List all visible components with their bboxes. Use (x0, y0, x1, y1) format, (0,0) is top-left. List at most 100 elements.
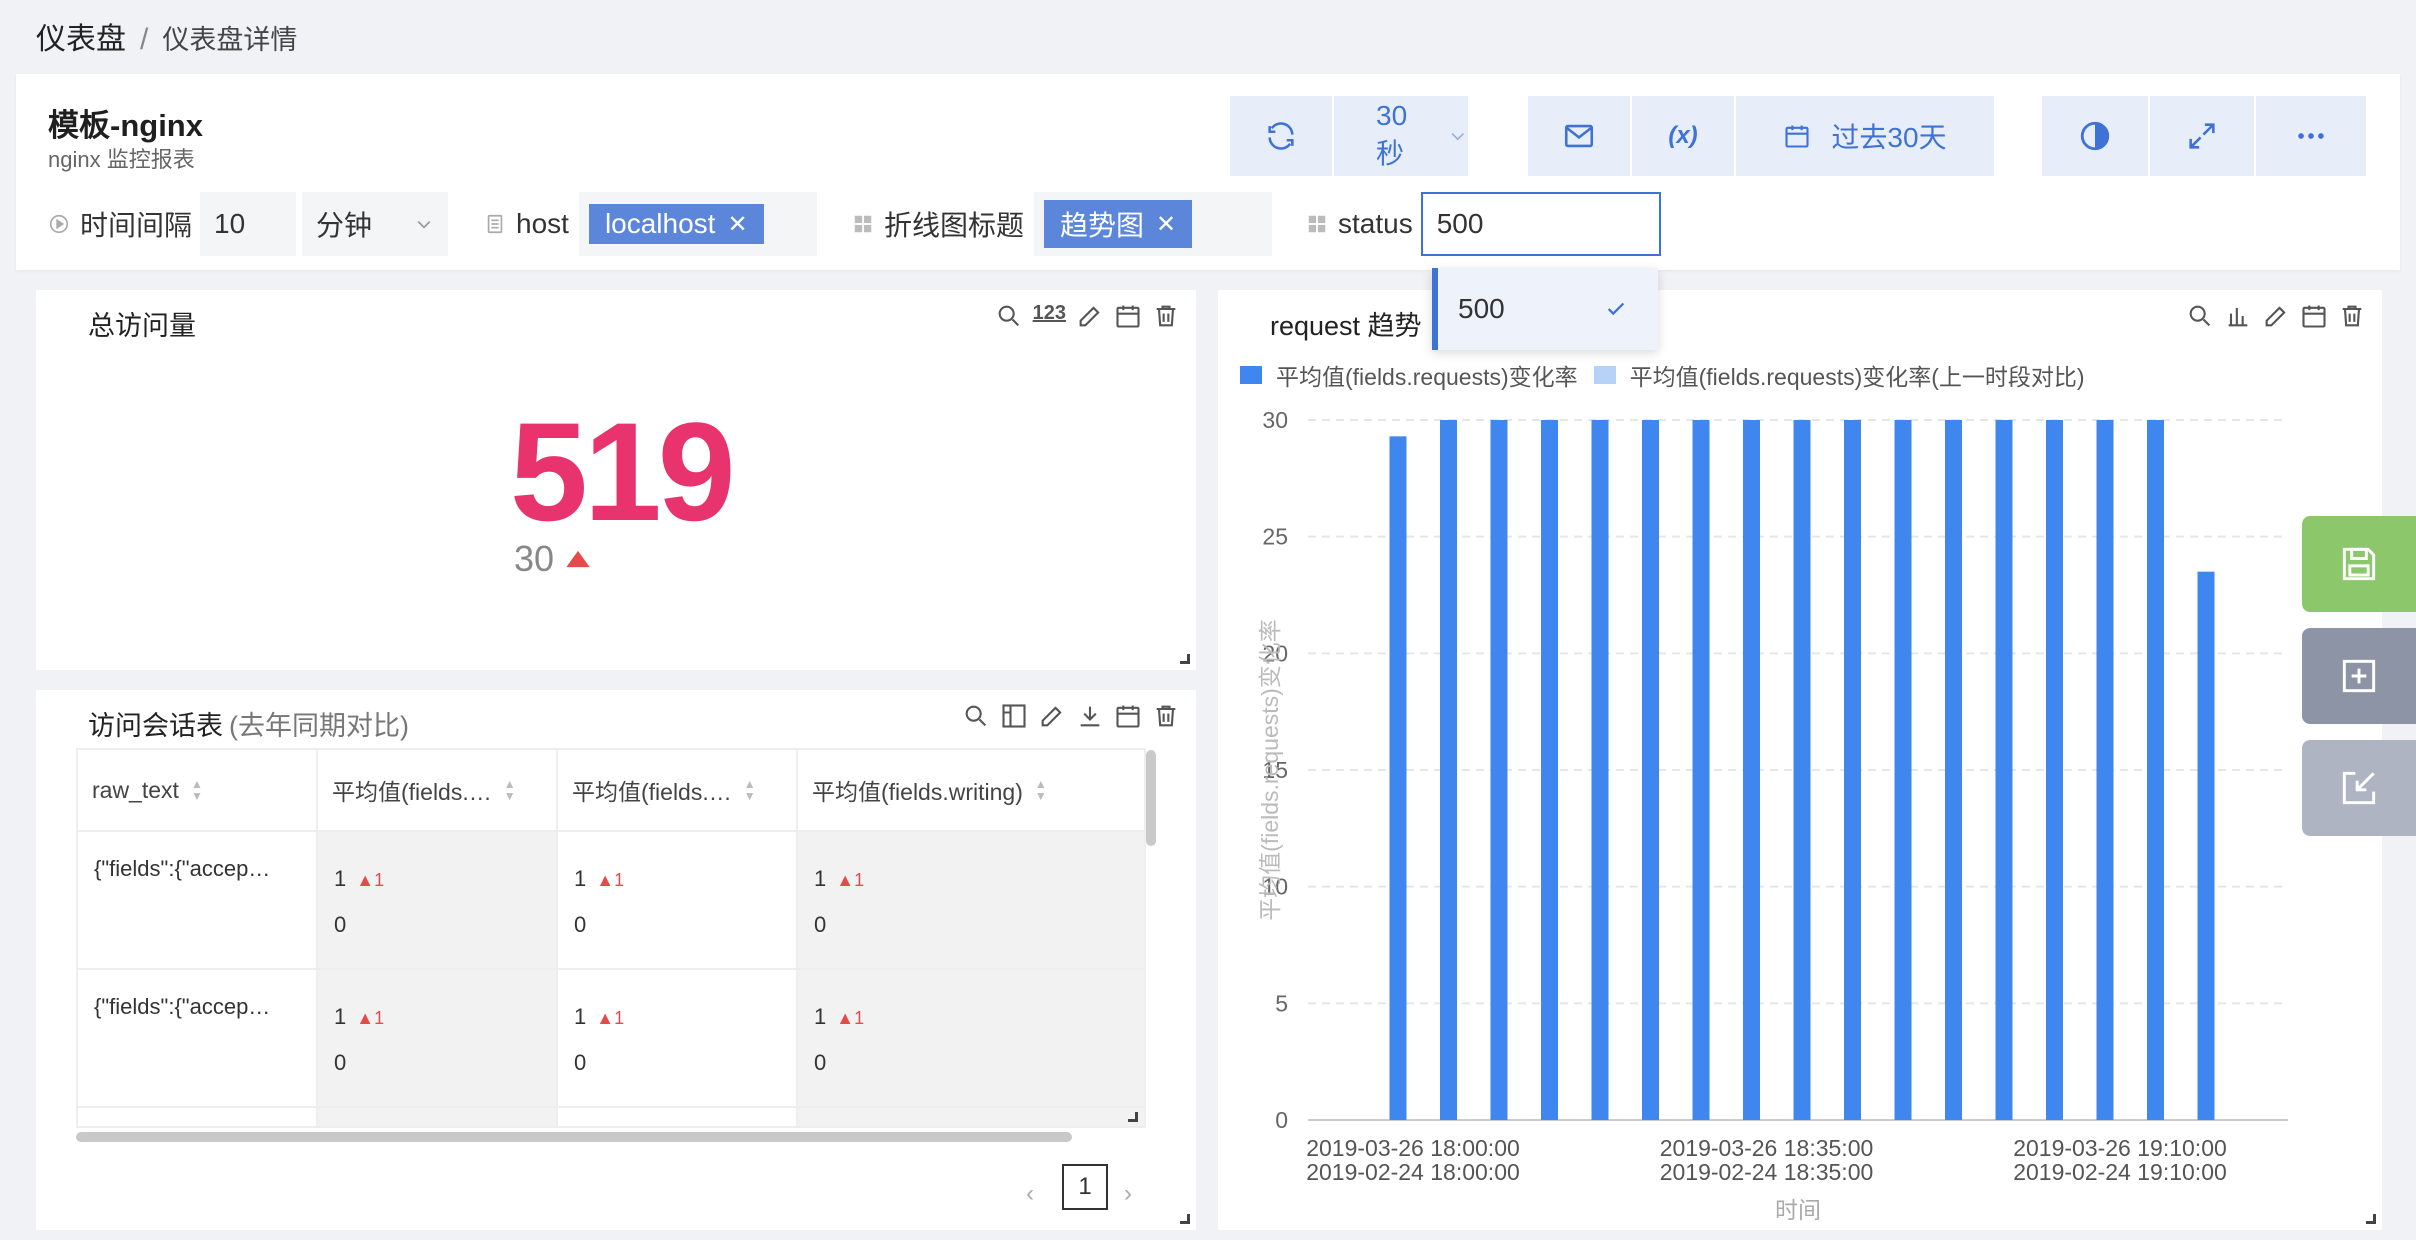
close-icon[interactable]: ✕ (1156, 210, 1176, 239)
filter-status-text: status (1338, 208, 1413, 239)
edit-icon[interactable] (1076, 302, 1104, 330)
cell-change-value: 1 (374, 1008, 385, 1028)
resize-handle[interactable] (2366, 1214, 2376, 1224)
trash-icon[interactable] (1152, 702, 1180, 730)
column-header-label: 平均值(fields.writing) (812, 779, 1023, 805)
table-layout-icon[interactable] (1000, 702, 1028, 730)
breadcrumb-root[interactable]: 仪表盘 (36, 23, 126, 56)
cell-change: ▲1 (596, 870, 625, 890)
add-panel-button[interactable] (2302, 628, 2416, 724)
filter-interval-text: 时间间隔 (80, 210, 193, 241)
column-header-label: raw_text (92, 776, 179, 803)
cell-change: ▲1 (596, 1008, 625, 1028)
table-cell (798, 1108, 1144, 1126)
calendar-icon[interactable] (1114, 702, 1142, 730)
table-cell: 1 ▲1 0 (558, 970, 798, 1108)
bar (1490, 420, 1508, 1120)
status-input[interactable]: 500 (1420, 192, 1661, 256)
line-title-select[interactable]: 趋势图 ✕ (1034, 192, 1273, 256)
chevron-down-icon (417, 220, 431, 229)
import-icon (2342, 771, 2376, 805)
table-cell (558, 1108, 798, 1126)
interval-value-input[interactable]: 10 (200, 192, 297, 256)
cell-value: 1 ▲1 (574, 866, 624, 892)
cell-current: 1 (814, 1004, 827, 1029)
status-option[interactable]: 500 (1438, 268, 1658, 350)
cell-previous: 0 (334, 1050, 347, 1075)
search-icon[interactable] (962, 702, 990, 730)
cell-current: 1 (334, 866, 347, 891)
cell-value: 1 ▲1 (814, 1004, 864, 1030)
table-resize-handle[interactable] (1128, 1112, 1138, 1122)
cell-raw-text: {"fields":{"accep… (94, 994, 271, 1019)
pagination-next[interactable]: › (1124, 1180, 1132, 1208)
sort-icon[interactable]: ▲ ▼ (1035, 778, 1047, 802)
host-select[interactable]: localhost ✕ (578, 192, 817, 256)
play-circle-icon (49, 214, 69, 234)
filter-interval: 时间间隔 10 分钟 (48, 192, 449, 256)
download-icon[interactable] (1076, 702, 1104, 730)
column-header[interactable]: raw_text ▲ ▼ (78, 750, 318, 832)
y-tick-label: 30 (1262, 407, 1288, 433)
calendar-icon[interactable] (1114, 302, 1142, 330)
filter-status-label: status (1306, 208, 1413, 240)
table-cell: 1 ▲1 0 (318, 832, 558, 970)
column-header[interactable]: 平均值(fields.… ▲ ▼ (318, 750, 558, 832)
import-button[interactable] (2302, 740, 2416, 836)
theme-toggle-button[interactable] (2042, 96, 2148, 176)
table-cell: {"fields":{"accep… (78, 970, 318, 1108)
variable-button[interactable]: (x) (1632, 96, 1734, 176)
y-tick-label: 5 (1275, 990, 1288, 1016)
request-trend-chart: 0510152025302019-03-26 18:00:002019-02-2… (1257, 407, 2288, 1223)
fullscreen-button[interactable] (2150, 96, 2254, 176)
bar (1440, 420, 1457, 1120)
trash-icon[interactable] (1152, 302, 1180, 330)
number-format-icon[interactable]: 123 (1033, 302, 1066, 330)
resize-handle[interactable] (1180, 1214, 1190, 1224)
table-cell: 1 ▲1 0 (798, 832, 1144, 970)
filter-host-text: host (516, 208, 569, 239)
cell-value: 1 ▲1 (814, 866, 864, 892)
host-tag-label: localhost (604, 208, 716, 239)
time-range-button[interactable]: 过去30天 (1736, 96, 1994, 176)
sort-icon[interactable]: ▲ ▼ (504, 778, 516, 802)
search-icon[interactable] (995, 302, 1023, 330)
expand-icon (2189, 123, 2215, 149)
interval-unit-select[interactable]: 分钟 (302, 192, 449, 256)
save-icon (2342, 547, 2376, 581)
subscribe-button[interactable] (1528, 96, 1630, 176)
bar (1995, 420, 2013, 1120)
sort-icon[interactable]: ▲ ▼ (191, 778, 203, 802)
vertical-scrollbar[interactable] (1146, 750, 1156, 846)
cell-change: ▲1 (356, 1008, 385, 1028)
column-header[interactable]: 平均值(fields.writing) ▲ ▼ (798, 750, 1144, 832)
edit-icon[interactable] (1038, 702, 1066, 730)
close-icon[interactable]: ✕ (727, 210, 747, 239)
filter-line-title: 折线图标题 趋势图 ✕ (852, 192, 1273, 256)
cell-previous: 0 (574, 1050, 587, 1075)
variable-icon: (x) (1668, 122, 1698, 149)
pagination-current[interactable]: 1 (1062, 1164, 1108, 1210)
dashboard-subtitle: nginx 监控报表 (48, 147, 195, 172)
resize-handle[interactable] (1180, 654, 1190, 664)
save-button[interactable] (2302, 516, 2416, 612)
more-button[interactable] (2256, 96, 2366, 176)
breadcrumb-current: 仪表盘详情 (162, 25, 298, 55)
calendar-icon (1785, 125, 1809, 148)
panel-subtitle: (去年同期对比) (229, 711, 409, 741)
bar (1743, 420, 1760, 1120)
interval-unit-value: 分钟 (316, 210, 373, 241)
filter-host: host localhost ✕ (484, 192, 817, 256)
table-cell (78, 1108, 318, 1126)
horizontal-scrollbar[interactable] (76, 1132, 1072, 1142)
panel-toolbar (962, 702, 1180, 730)
session-table: raw_text ▲ ▼ 平均值(fields.… ▲ ▼ 平均值(fields.… ▲ ▼… (76, 748, 1146, 1128)
pagination-prev[interactable]: ‹ (1026, 1180, 1034, 1208)
panel-title: 总访问量 (88, 311, 196, 341)
column-header[interactable]: 平均值(fields.… ▲ ▼ (558, 750, 798, 832)
refresh-button[interactable] (1230, 96, 1332, 176)
x-tick-label: 2019-03-26 19:10:00 (2013, 1135, 2227, 1161)
refresh-interval-select[interactable]: 30秒 (1334, 96, 1468, 176)
check-icon (1607, 302, 1625, 316)
sort-icon[interactable]: ▲ ▼ (744, 778, 756, 802)
